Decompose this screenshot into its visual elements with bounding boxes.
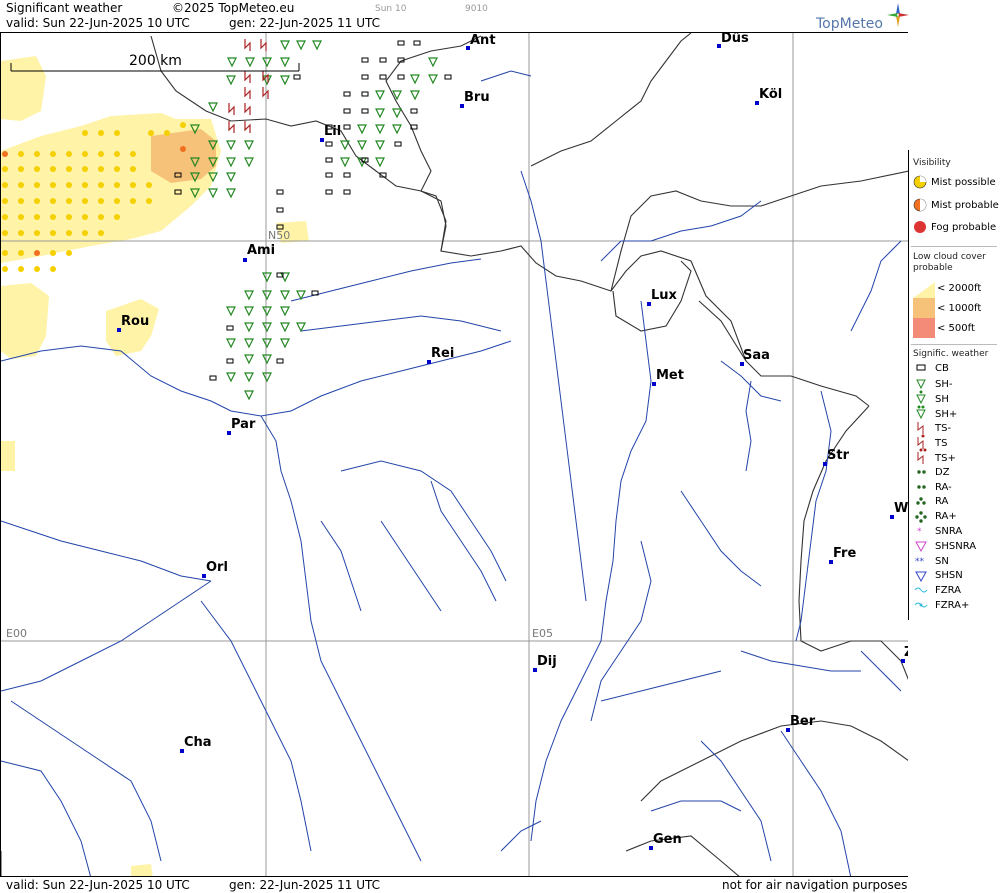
compass-logo-icon xyxy=(887,3,909,27)
shower-symbols xyxy=(190,40,438,401)
legend-mist-probable: Mist probable xyxy=(931,200,999,211)
city-orl[interactable]: Orl xyxy=(206,560,228,575)
legend-ra-heavy: RA+ xyxy=(935,511,957,522)
city-cha[interactable]: Cha xyxy=(184,735,212,750)
legend-cloud-500: < 500ft xyxy=(937,323,975,334)
legend-fzra-heavy: FZRA+ xyxy=(935,600,970,611)
city-dij[interactable]: Dij xyxy=(537,654,557,669)
city-lil[interactable]: Lil xyxy=(324,124,341,139)
weather-map[interactable]: 200 km N50 E00 E05 Ant Düs Köl Bru Lil A… xyxy=(0,32,908,877)
legend-fzra: FZRA xyxy=(935,585,961,596)
footer-disclaimer: not for air navigation purposes xyxy=(722,878,908,892)
svg-text:**: ** xyxy=(915,557,925,567)
grid-label-e05: E05 xyxy=(532,627,553,640)
footer-valid-time: valid: Sun 22-Jun-2025 10 UTC xyxy=(6,878,190,892)
header-small-2: 9010 xyxy=(465,4,488,14)
city-met[interactable]: Met xyxy=(656,368,684,383)
city-ant[interactable]: Ant xyxy=(470,33,496,48)
header-small-1: Sun 10 xyxy=(375,4,407,14)
fog-probable-icon xyxy=(914,221,926,233)
city-ber[interactable]: Ber xyxy=(790,714,815,729)
legend-ts-light: TS- xyxy=(935,423,952,434)
city-ami[interactable]: Ami xyxy=(247,243,275,258)
city-saa[interactable]: Saa xyxy=(743,348,770,363)
legend-visibility-title: Visibility xyxy=(913,158,951,168)
legend-cloud-1000: < 1000ft xyxy=(937,303,982,314)
legend-sigwx-title: Signific. weather xyxy=(913,349,989,359)
valid-time: valid: Sun 22-Jun-2025 10 UTC xyxy=(6,16,190,30)
city-z[interactable]: Z xyxy=(904,645,908,660)
legend-fog-probable: Fog probable xyxy=(931,222,997,233)
legend-sh-light: SH- xyxy=(935,379,953,390)
scale-label: 200 km xyxy=(129,53,182,69)
copyright: ©2025 TopMeteo.eu xyxy=(172,1,295,15)
legend-ts: TS xyxy=(935,438,948,449)
legend-ts-heavy: TS+ xyxy=(935,453,956,464)
sigwx-symbols-icon: * ** xyxy=(914,364,928,608)
legend-cloud-2000: < 2000ft xyxy=(937,283,982,294)
legend-ra: RA xyxy=(935,496,949,507)
city-rei[interactable]: Rei xyxy=(431,346,454,361)
city-lux[interactable]: Lux xyxy=(651,288,677,303)
map-canvas xyxy=(1,33,908,876)
legend-sh-heavy: SH+ xyxy=(935,409,958,420)
city-par[interactable]: Par xyxy=(231,417,255,432)
city-w[interactable]: W xyxy=(894,501,908,516)
legend-low-cloud-subtitle: probable xyxy=(913,263,953,273)
generated-time: gen: 22-Jun-2025 11 UTC xyxy=(229,16,381,30)
legend-mist-possible: Mist possible xyxy=(931,177,996,188)
city-bru[interactable]: Bru xyxy=(464,90,490,105)
city-dus[interactable]: Düs xyxy=(721,33,749,46)
legend-shsnra: SHSNRA xyxy=(935,541,977,552)
legend-low-cloud-title: Low cloud cover xyxy=(913,252,986,262)
legend-sh: SH xyxy=(935,394,949,405)
legend-sn: SN xyxy=(935,556,949,567)
legend-cb: CB xyxy=(935,363,949,374)
svg-text:*: * xyxy=(917,527,922,537)
legend-separator xyxy=(911,246,997,247)
legend-separator xyxy=(911,344,997,345)
legend-ra-light: RA- xyxy=(935,482,952,493)
city-rou[interactable]: Rou xyxy=(121,314,149,329)
grid-label-e00: E00 xyxy=(6,627,27,640)
city-gen[interactable]: Gen xyxy=(653,832,682,847)
product-title: Significant weather xyxy=(6,1,123,15)
low-cloud-scale-icon xyxy=(913,278,935,338)
topmeteo-logo: TopMeteo xyxy=(816,16,883,32)
low-cloud-areas xyxy=(1,56,309,876)
mist-possible-icon xyxy=(913,175,927,189)
legend-dz: DZ xyxy=(935,467,950,478)
city-kol[interactable]: Köl xyxy=(759,87,782,102)
city-dot-ami xyxy=(243,258,247,262)
legend-shsn: SHSN xyxy=(935,570,963,581)
grid-label-n50: N50 xyxy=(268,229,291,242)
city-str[interactable]: Str xyxy=(827,448,849,463)
mist-probable-icon xyxy=(913,198,927,212)
city-fre[interactable]: Fre xyxy=(833,546,856,561)
map-legend: Visibility Mist possible Mist probable F… xyxy=(908,150,1000,620)
footer-generated-time: gen: 22-Jun-2025 11 UTC xyxy=(229,878,381,892)
legend-snra: SNRA xyxy=(935,526,963,537)
